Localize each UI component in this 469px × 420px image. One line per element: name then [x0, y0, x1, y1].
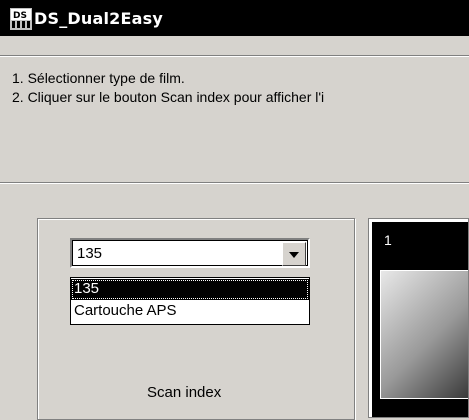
film-type-select[interactable]: 135 [70, 238, 310, 268]
film-type-dropdown-list: 135 Cartouche APS [70, 277, 310, 325]
title-bar[interactable]: DS DS_Dual2Easy [0, 0, 469, 36]
frame-number: 1 [384, 232, 392, 248]
dropdown-option-135[interactable]: 135 [71, 279, 309, 300]
window-title: DS_Dual2Easy [34, 9, 163, 28]
thumbnail-image [380, 270, 468, 399]
svg-text:DS: DS [13, 11, 27, 21]
app-icon: DS [10, 8, 32, 30]
film-type-select-border: 135 [72, 240, 308, 266]
instruction-line-1: 1. Sélectionner type de film. [12, 70, 185, 86]
film-type-selected-value: 135 [77, 245, 103, 262]
dropdown-option-cartouche-aps[interactable]: Cartouche APS [71, 301, 309, 322]
chevron-down-icon [289, 252, 299, 258]
thumbnail-frame[interactable]: 1 [368, 218, 469, 418]
thumbnail-background: 1 [372, 222, 468, 417]
scan-index-button[interactable]: Scan index [147, 384, 221, 401]
instruction-line-2: 2. Cliquer sur le bouton Scan index pour… [12, 89, 325, 105]
instructions-panel: 1. Sélectionner type de film. 2. Cliquer… [0, 55, 469, 183]
dropdown-button[interactable] [282, 242, 306, 266]
